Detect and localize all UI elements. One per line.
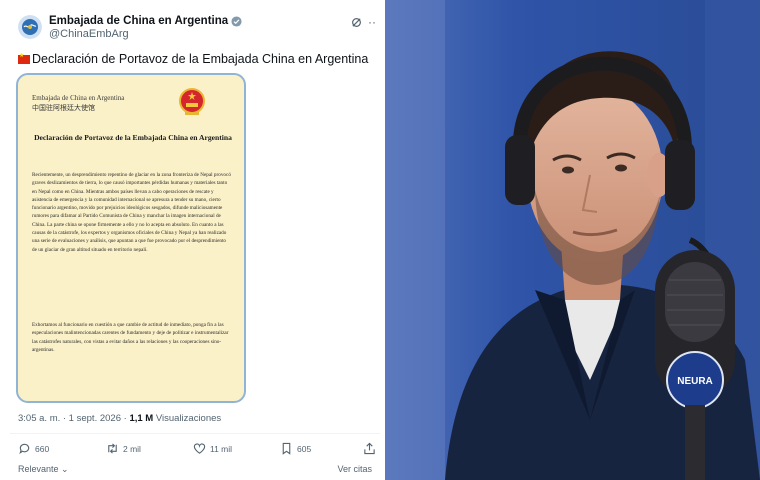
repost-icon <box>108 443 117 454</box>
document-header: Embajada de China en Argentina 中国驻阿根廷大使馆 <box>32 93 124 113</box>
document-paragraph-2: Exhortamos al funcionario en cuestión a … <box>32 322 229 353</box>
sort-dropdown[interactable]: Relevante ⌄ <box>18 464 69 475</box>
tweet-meta: 3:05 a. m. · 1 sept. 2026 · 1,1 M Visual… <box>18 413 221 424</box>
document-title: Declaración de Portavoz de la Embajada C… <box>34 133 232 142</box>
see-quotes-link[interactable]: Ver citas <box>337 464 372 474</box>
sort-label: Relevante <box>18 464 59 474</box>
verified-badge-icon <box>231 16 242 27</box>
podcast-photo: NEURA <box>385 0 760 480</box>
bookmark-button[interactable]: 605 <box>280 442 311 455</box>
reply-count: 660 <box>35 443 50 454</box>
views-label: Visualizaciones <box>155 413 222 424</box>
china-flag-icon <box>18 52 30 64</box>
action-bar: 660 2 mil 11 mil 605 <box>18 442 378 458</box>
statement-image[interactable]: Embajada de China en Argentina 中国驻阿根廷大使馆… <box>16 73 246 403</box>
more-options-icon[interactable]: ·· <box>368 15 376 29</box>
divider <box>10 433 380 434</box>
user-handle[interactable]: @ChinaEmbArg <box>49 28 242 41</box>
tweet-header: Embajada de China en Argentina @ChinaEmb… <box>18 15 242 41</box>
bookmark-icon <box>282 442 291 455</box>
bookmark-count: 605 <box>297 443 312 454</box>
share-button[interactable] <box>363 442 376 455</box>
national-emblem-icon <box>179 88 205 115</box>
document-header-es: Embajada de China en Argentina <box>32 94 125 102</box>
tweet-text-content: Declaración de Portavoz de la Embajada C… <box>32 52 369 66</box>
profile-avatar[interactable] <box>18 15 42 39</box>
display-name[interactable]: Embajada de China en Argentina <box>49 15 228 28</box>
timestamp[interactable]: 3:05 a. m. · 1 sept. 2026 · <box>18 413 127 424</box>
grok-icon[interactable] <box>351 17 362 28</box>
repost-count: 2 mil <box>123 443 141 454</box>
tweet-text: Declaración de Portavoz de la Embajada C… <box>18 52 368 66</box>
repost-button[interactable]: 2 mil <box>106 442 141 455</box>
reply-button[interactable]: 660 <box>18 442 49 455</box>
document-header-zh: 中国驻阿根廷大使馆 <box>32 104 95 112</box>
tweet-panel: Embajada de China en Argentina @ChinaEmb… <box>0 0 384 480</box>
share-icon <box>364 442 375 455</box>
like-count: 11 mil <box>210 443 233 454</box>
views-count: 1,1 M <box>129 413 154 424</box>
mic-brand-label: NEURA <box>677 376 713 387</box>
photo-illustration: NEURA <box>385 0 760 480</box>
like-button[interactable]: 11 mil <box>193 442 232 455</box>
document-paragraph-1: Recientemente, un desprendimiento repent… <box>32 172 231 253</box>
reply-icon <box>19 443 30 454</box>
heart-icon <box>193 443 206 454</box>
chevron-down-icon: ⌄ <box>61 464 69 474</box>
